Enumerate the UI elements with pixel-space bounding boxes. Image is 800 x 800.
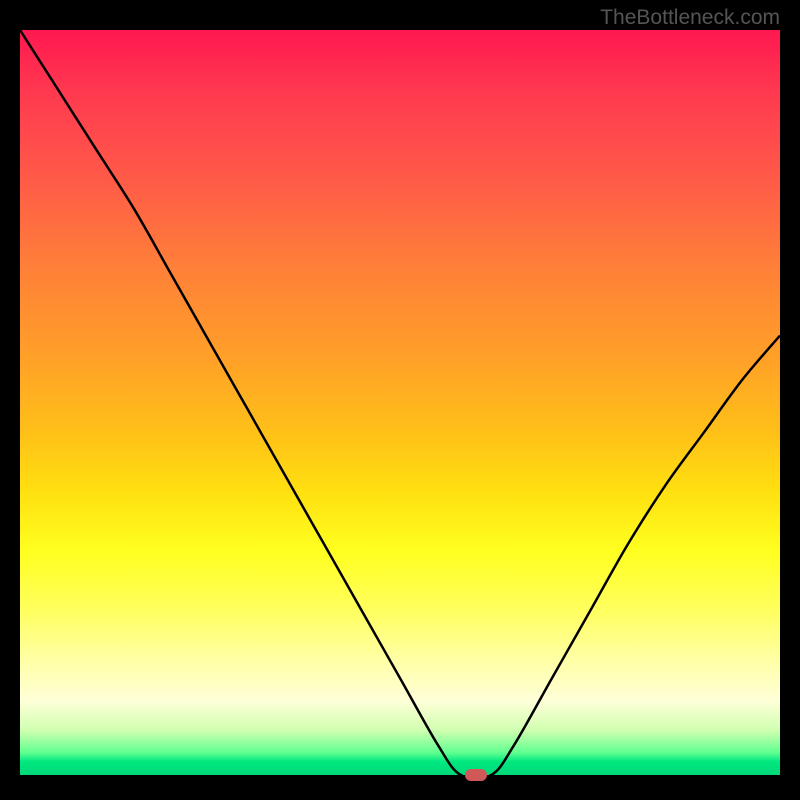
watermark-text: TheBottleneck.com	[600, 6, 780, 30]
chart-plot-area	[20, 30, 780, 775]
optimum-marker	[465, 769, 487, 781]
bottleneck-curve	[20, 30, 780, 775]
